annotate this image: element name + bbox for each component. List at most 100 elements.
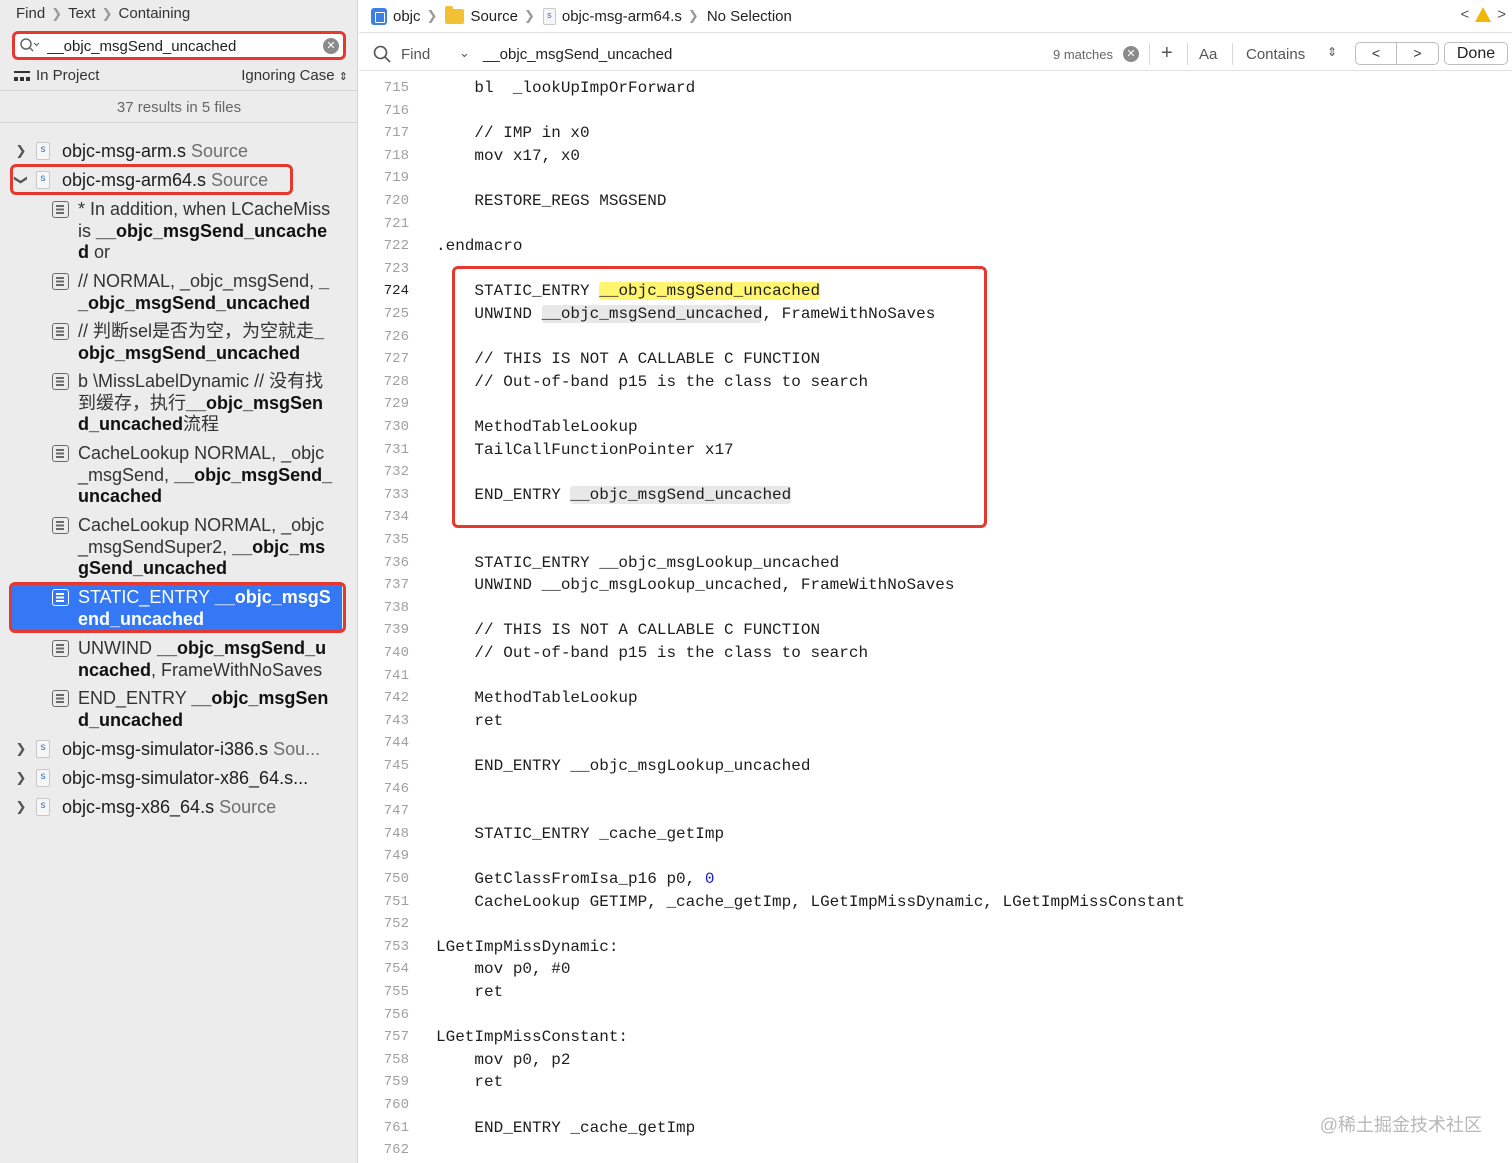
line-number: 740	[383, 645, 409, 661]
line-number: 739	[383, 622, 409, 639]
code-line[interactable]: 745 END_ENTRY __objc_msgLookup_uncached	[359, 755, 1512, 778]
code-text: ret	[436, 710, 503, 733]
find-mode-selector[interactable]: Find	[401, 46, 430, 63]
jump-folder[interactable]: Source	[445, 5, 518, 25]
code-line[interactable]: 748 STATIC_ENTRY _cache_getImp	[359, 823, 1512, 846]
code-line[interactable]: 736 STATIC_ENTRY __objc_msgLookup_uncach…	[359, 552, 1512, 575]
clear-search-icon[interactable]: ✕	[323, 38, 339, 54]
code-line[interactable]: 743 ret	[359, 710, 1512, 733]
code-line[interactable]: 753 LGetImpMissDynamic:	[359, 936, 1512, 959]
line-number: 728	[383, 373, 409, 390]
code-line[interactable]: 717 // IMP in x0	[359, 122, 1512, 145]
file-location: Sou...	[273, 738, 321, 759]
match-case-button[interactable]: Aa	[1199, 46, 1217, 63]
line-number: 724	[383, 283, 409, 300]
line-number: 745	[383, 758, 409, 774]
code-line[interactable]: 738	[359, 597, 1512, 620]
line-number: 753	[383, 938, 409, 955]
code-line[interactable]: 722 .endmacro	[359, 235, 1512, 258]
text-line-icon	[52, 373, 69, 390]
folder-icon	[445, 5, 465, 24]
result-file-row[interactable]: ❯ s objc-msg-simulator-x86_64.s...	[14, 766, 313, 790]
find-breadcrumb: Find ❯ Text ❯ Containing	[16, 5, 190, 22]
divider	[0, 90, 358, 91]
find-query-field[interactable]: __objc_msgSend_uncached	[483, 46, 672, 63]
match-row[interactable]: CacheLookup NORMAL, _objc_msgSendSuper2,…	[52, 515, 342, 579]
search-field[interactable]: ✕	[12, 31, 346, 60]
add-pattern-button[interactable]: +	[1161, 42, 1173, 65]
chevron-down-icon[interactable]: ⌄	[459, 45, 470, 61]
jump-file[interactable]: s objc-msg-arm64.s	[542, 7, 682, 25]
code-line[interactable]: 751 CacheLookup GETIMP, _cache_getImp, L…	[359, 891, 1512, 914]
previous-match-button[interactable]: <	[1355, 42, 1397, 65]
code-line[interactable]: 749	[359, 845, 1512, 868]
code-line[interactable]: 720 RESTORE_REGS MSGSEND	[359, 190, 1512, 213]
code-line[interactable]: 756	[359, 1004, 1512, 1027]
code-line[interactable]: 742 MethodTableLookup	[359, 687, 1512, 710]
code-line[interactable]: 762	[359, 1139, 1512, 1162]
line-number: 754	[383, 961, 409, 978]
code-line[interactable]: 746	[359, 778, 1512, 801]
code-segment: GetClassFromIsa_p16 p0,	[436, 870, 705, 888]
code-line[interactable]: 716	[359, 100, 1512, 123]
match-mode-selector[interactable]: Contains	[1246, 46, 1305, 63]
next-match-button[interactable]: >	[1397, 42, 1439, 65]
result-file-row[interactable]: ❯ s objc-msg-simulator-i386.s Sou...	[14, 737, 321, 761]
match-row[interactable]: // NORMAL, _objc_msgSend, __objc_msgSend…	[52, 271, 342, 314]
clear-find-icon[interactable]: ✕	[1123, 46, 1139, 62]
line-number: 757	[383, 1029, 409, 1046]
file-name: objc-msg-simulator-x86_64.s...	[62, 767, 309, 788]
project-icon	[371, 7, 387, 25]
chevron-right-icon[interactable]: >	[1497, 6, 1506, 23]
chevron-right-icon[interactable]: ❯	[14, 741, 28, 757]
warning-icon[interactable]	[1475, 7, 1492, 22]
chevron-right-icon[interactable]: ❯	[14, 799, 28, 815]
code-line[interactable]: 752	[359, 913, 1512, 936]
match-row[interactable]: * In addition, when LCacheMiss is __objc…	[52, 199, 342, 263]
case-selector[interactable]: Ignoring Case ⇕	[241, 67, 348, 84]
code-line[interactable]: 740 // Out-of-band p15 is the class to s…	[359, 642, 1512, 665]
code-line[interactable]: 741	[359, 665, 1512, 688]
chevron-left-icon[interactable]: <	[1460, 6, 1469, 23]
match-row[interactable]: END_ENTRY __objc_msgSend_uncached	[52, 688, 342, 731]
line-number: 731	[383, 441, 409, 458]
code-line[interactable]: 735	[359, 529, 1512, 552]
code-line[interactable]: 754 mov p0, #0	[359, 958, 1512, 981]
code-line[interactable]: 719	[359, 167, 1512, 190]
code-line[interactable]: 759 ret	[359, 1071, 1512, 1094]
jump-file-label: objc-msg-arm64.s	[561, 7, 682, 25]
code-line[interactable]: 758 mov p0, p2	[359, 1049, 1512, 1072]
chevron-right-icon[interactable]: ❯	[14, 770, 28, 786]
code-line[interactable]: 750 GetClassFromIsa_p16 p0, 0	[359, 868, 1512, 891]
search-input[interactable]	[47, 36, 317, 56]
assembly-file-icon: s	[36, 740, 50, 758]
jump-selection[interactable]: No Selection	[707, 8, 792, 25]
match-row[interactable]: CacheLookup NORMAL, _objc_msgSend, __obj…	[52, 443, 342, 507]
match-row[interactable]: b \MissLabelDynamic // 没有找到缓存，执行__objc_m…	[52, 371, 342, 435]
code-line[interactable]: 737 UNWIND __objc_msgLookup_uncached, Fr…	[359, 574, 1512, 597]
match-row[interactable]: UNWIND __objc_msgSend_uncached, FrameWit…	[52, 638, 342, 681]
text-line-icon	[52, 201, 69, 218]
code-line[interactable]: 721	[359, 213, 1512, 236]
line-number: 759	[383, 1074, 409, 1091]
line-number: 733	[383, 486, 409, 503]
find-crumb-containing[interactable]: Containing	[119, 5, 191, 22]
code-line[interactable]: 718 mov x17, x0	[359, 145, 1512, 168]
jump-project[interactable]: objc	[371, 7, 421, 25]
code-line[interactable]: 757 LGetImpMissConstant:	[359, 1026, 1512, 1049]
find-crumb-find[interactable]: Find	[16, 5, 45, 22]
scope-selector[interactable]: In Project	[14, 67, 99, 84]
done-button[interactable]: Done	[1444, 42, 1508, 65]
code-line[interactable]: 739 // THIS IS NOT A CALLABLE C FUNCTION	[359, 619, 1512, 642]
code-line[interactable]: 755 ret	[359, 981, 1512, 1004]
find-crumb-text[interactable]: Text	[68, 5, 96, 22]
result-file-row[interactable]: ❯ s objc-msg-arm.s Source	[14, 139, 249, 163]
result-file-row[interactable]: ❯ s objc-msg-x86_64.s Source	[14, 795, 277, 819]
chevron-right-icon[interactable]: ❯	[14, 143, 28, 159]
match-row[interactable]: // 判断sel是否为空，为空就走_objc_msgSend_uncached	[52, 321, 342, 364]
code-line[interactable]: 744	[359, 732, 1512, 755]
code-segment: .endmacro	[436, 237, 523, 256]
code-line[interactable]: 747	[359, 800, 1512, 823]
code-text: LGetImpMissConstant:	[436, 1026, 628, 1049]
code-line[interactable]: 715 bl _lookUpImpOrForward	[359, 77, 1512, 100]
